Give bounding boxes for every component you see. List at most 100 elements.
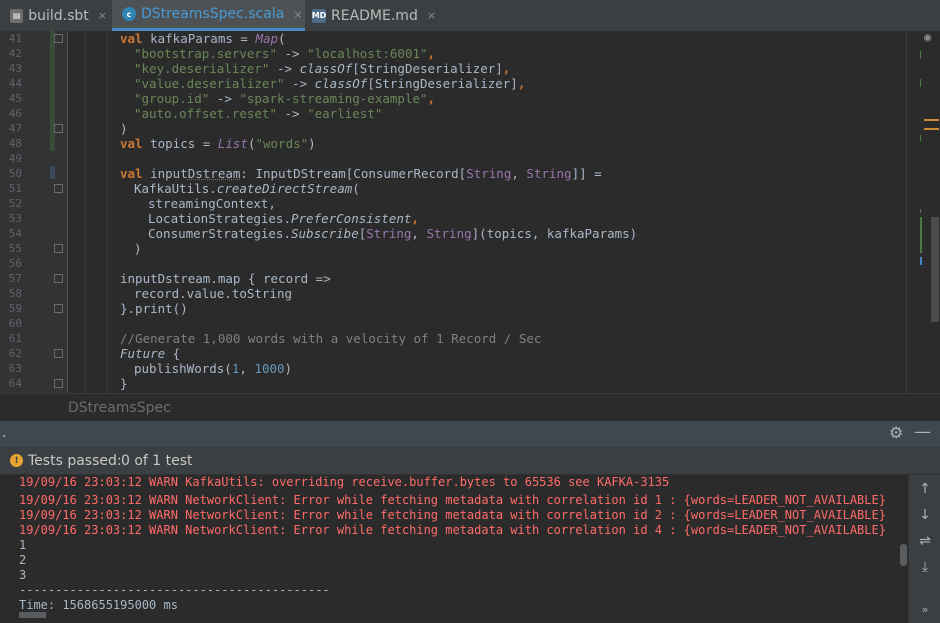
run-tool-window-header: . ⚙ —: [0, 421, 940, 447]
code-line: inputDstream.map { record =>: [120, 271, 331, 286]
code-line: ConsumerStrategies.Subscribe[String, Str…: [148, 226, 638, 241]
sbt-file-icon: ▤: [10, 8, 24, 23]
gear-icon[interactable]: ⚙: [889, 423, 903, 442]
change-marker: [920, 79, 921, 87]
code-line: publishWords(1, 1000): [134, 361, 293, 376]
line-number: 45: [8, 92, 22, 105]
console-line: ----------------------------------------…: [19, 583, 330, 597]
tab-readme-md[interactable]: MD README.md ×: [302, 0, 436, 31]
fold-marker[interactable]: [54, 349, 63, 358]
code-line: "auto.offset.reset" -> "earliest": [134, 106, 383, 121]
code-line: KafkaUtils.createDirectStream(: [134, 181, 360, 196]
console-side-toolbar: ↑ ↓ ⇌ ⤓ »: [908, 475, 940, 623]
editor-tab-bar: ▤ build.sbt × c DStreamsSpec.scala × MD …: [0, 0, 940, 32]
run-tab-label[interactable]: .: [2, 425, 6, 441]
code-line: "value.deserializer" -> classOf[StringDe…: [134, 76, 526, 91]
change-marker: [920, 217, 922, 253]
warning-icon: !: [10, 454, 23, 467]
code-line: val topics = List("words"): [120, 136, 316, 151]
line-number: 58: [8, 287, 22, 300]
soft-wrap-icon[interactable]: ⇌: [916, 533, 934, 549]
console-line: 19/09/16 23:03:12 WARN KafkaUtils: overr…: [19, 475, 670, 489]
line-number: 53: [8, 212, 22, 225]
console-line: 19/09/16 23:03:12 WARN NetworkClient: Er…: [19, 493, 886, 507]
code-line: "key.deserializer" -> classOf[StringDese…: [134, 61, 511, 76]
code-line: LocationStrategies.PreferConsistent,: [148, 211, 419, 226]
line-number: 42: [8, 47, 22, 60]
line-number: 50: [8, 167, 22, 180]
breadcrumb-item[interactable]: DStreamsSpec: [68, 400, 171, 416]
line-number: 46: [8, 107, 22, 120]
code-line: record.value.toString: [134, 286, 293, 301]
code-line: Future {: [120, 346, 181, 361]
tab-label: README.md: [331, 7, 418, 24]
tab-dstreamsspec-scala[interactable]: c DStreamsSpec.scala ×: [112, 0, 305, 31]
line-number: 41: [8, 32, 22, 45]
code-line: streamingContext,: [148, 196, 276, 211]
line-number: 61: [8, 332, 22, 345]
change-marker: [920, 51, 921, 59]
minimize-icon[interactable]: —: [914, 422, 931, 442]
line-number: 54: [8, 227, 22, 240]
line-number: 43: [8, 62, 22, 75]
console-line: Time: 1568655195000 ms: [19, 598, 178, 612]
change-marker: [920, 135, 921, 141]
line-number: 60: [8, 317, 22, 330]
test-status-label: Tests passed:: [28, 453, 122, 469]
line-number-gutter: 41 42 43 44 45 46 47 48 49 50 51 52 53 5…: [0, 31, 51, 393]
inspection-eye-icon[interactable]: ◉: [924, 31, 931, 44]
tab-label: build.sbt: [28, 7, 89, 24]
console-line: 2: [19, 553, 27, 567]
code-line: //Generate 1,000 words with a velocity o…: [120, 331, 542, 346]
console-line: 3: [19, 568, 27, 582]
code-line: }: [120, 376, 128, 391]
console-line: 19/09/16 23:03:12 WARN NetworkClient: Er…: [19, 523, 886, 537]
console-horizontal-scrollbar[interactable]: [19, 612, 46, 618]
line-number: 56: [8, 257, 22, 270]
line-number: 62: [8, 347, 22, 360]
vcs-change-marker: [50, 166, 55, 179]
scroll-up-icon[interactable]: ↑: [916, 481, 934, 497]
code-line: ): [120, 121, 128, 136]
line-number: 59: [8, 302, 22, 315]
scroll-down-icon[interactable]: ↓: [916, 507, 934, 523]
code-line: ): [134, 241, 142, 256]
fold-marker[interactable]: [54, 34, 63, 43]
warning-marker[interactable]: [924, 128, 939, 130]
change-marker: [920, 209, 921, 213]
indent-guide: [107, 31, 108, 393]
line-number: 64: [8, 377, 22, 390]
tab-build-sbt[interactable]: ▤ build.sbt ×: [0, 0, 107, 31]
line-number: 47: [8, 122, 22, 135]
console-output[interactable]: 19/09/16 23:03:12 WARN KafkaUtils: overr…: [0, 475, 908, 623]
line-number: 57: [8, 272, 22, 285]
fold-marker[interactable]: [54, 184, 63, 193]
close-icon[interactable]: ×: [427, 9, 436, 22]
line-number: 44: [8, 77, 22, 90]
code-editor[interactable]: 41 42 43 44 45 46 47 48 49 50 51 52 53 5…: [0, 31, 940, 393]
line-number: 52: [8, 197, 22, 210]
line-number: 63: [8, 362, 22, 375]
scala-file-icon: c: [122, 7, 136, 21]
scroll-to-end-icon[interactable]: ⤓: [916, 559, 934, 575]
fold-marker[interactable]: [54, 379, 63, 388]
markdown-file-icon: MD: [312, 8, 326, 23]
more-actions-icon[interactable]: »: [916, 603, 934, 616]
fold-marker[interactable]: [54, 244, 63, 253]
fold-marker[interactable]: [54, 274, 63, 283]
line-number: 51: [8, 182, 22, 195]
warning-marker[interactable]: [924, 119, 939, 121]
fold-marker[interactable]: [54, 124, 63, 133]
error-stripe[interactable]: ◉: [906, 31, 940, 393]
breadcrumb[interactable]: DStreamsSpec: [0, 393, 940, 422]
scrollbar-thumb[interactable]: [931, 217, 939, 322]
close-icon[interactable]: ×: [98, 9, 107, 22]
change-marker: [920, 257, 922, 265]
test-status-count: 0 of 1 test: [121, 453, 193, 469]
fold-marker[interactable]: [54, 304, 63, 313]
console-line: 1: [19, 538, 27, 552]
tab-label: DStreamsSpec.scala: [141, 6, 285, 22]
line-number: 48: [8, 137, 22, 150]
line-number: 55: [8, 242, 22, 255]
console-scrollbar-thumb[interactable]: [900, 544, 907, 566]
